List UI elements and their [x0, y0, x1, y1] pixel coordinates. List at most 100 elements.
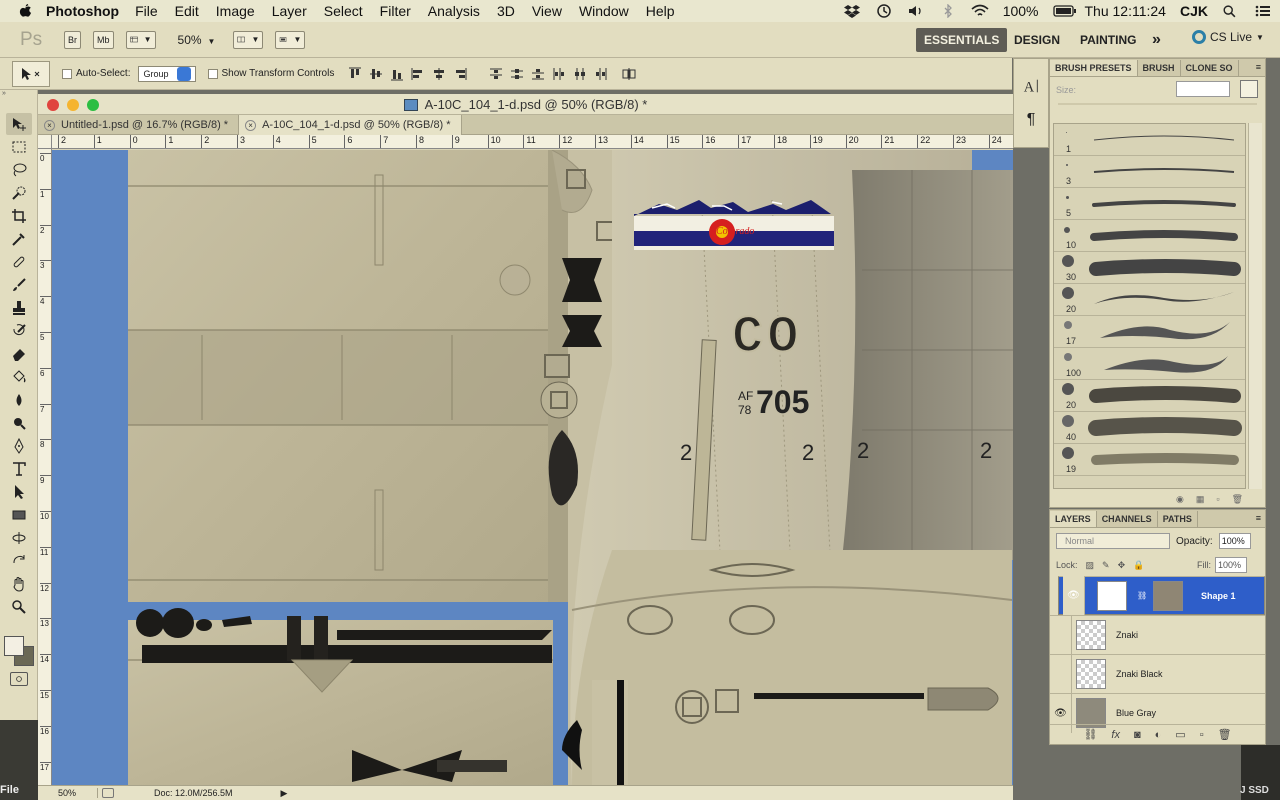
canvas-area[interactable]: Colorado CO AF 78 705 2 2 2 2	[52, 150, 1013, 785]
brush-list-scrollbar[interactable]	[1248, 123, 1262, 489]
arrange-documents-button[interactable]: ▼	[233, 30, 264, 49]
opacity-input[interactable]: 100%	[1218, 533, 1251, 549]
align-bottom-edges-icon[interactable]	[390, 67, 404, 81]
link-layers-icon[interactable]: ⛓	[1083, 728, 1097, 741]
tab-paths[interactable]: PATHS	[1158, 511, 1198, 527]
menu-help[interactable]: Help	[646, 3, 675, 19]
zoom-window-button[interactable]	[87, 99, 99, 111]
time-machine-icon[interactable]	[875, 4, 893, 18]
align-left-edges-icon[interactable]	[411, 67, 425, 81]
ruler-origin[interactable]	[38, 135, 52, 149]
show-transform-checkbox[interactable]	[207, 68, 218, 79]
menu-edit[interactable]: Edit	[175, 3, 199, 19]
fill-input[interactable]: 100%	[1215, 557, 1247, 573]
tab-layers[interactable]: LAYERS	[1050, 511, 1097, 527]
paragraph-panel-icon[interactable]: ¶	[1019, 107, 1043, 133]
lock-pixels-icon[interactable]: ✎	[1102, 560, 1110, 571]
menu-window[interactable]: Window	[579, 3, 629, 19]
auto-align-layers-icon[interactable]	[622, 67, 636, 81]
layer-style-icon[interactable]: fx	[1111, 729, 1120, 741]
workspace-painting[interactable]: PAINTING	[1072, 28, 1144, 52]
menubar-user[interactable]: CJK	[1180, 3, 1208, 19]
eraser-tool[interactable]	[6, 343, 32, 365]
quick-mask-button[interactable]	[10, 672, 28, 686]
trash-icon[interactable]: 🗑	[1232, 494, 1243, 505]
status-info-icon[interactable]	[102, 788, 114, 798]
distribute-vertical-centers-icon[interactable]	[510, 67, 524, 81]
paint-bucket-tool[interactable]	[6, 366, 32, 388]
battery-icon[interactable]	[1052, 4, 1076, 18]
align-vertical-centers-icon[interactable]	[369, 67, 383, 81]
tab-brush-presets[interactable]: BRUSH PRESETS	[1050, 60, 1138, 76]
close-tab-icon[interactable]: ×	[245, 119, 257, 131]
menu-layer[interactable]: Layer	[272, 3, 307, 19]
launch-bridge-button[interactable]: Br	[64, 30, 81, 49]
menubar-clock[interactable]: Thu 12:11:24	[1085, 3, 1166, 19]
status-zoom[interactable]: 50%	[38, 788, 98, 798]
tab-a10c-document[interactable]: × A-10C_104_1-d.psd @ 50% (RGB/8) *	[239, 115, 462, 135]
new-brush-icon[interactable]	[1240, 80, 1258, 98]
tab-brush[interactable]: BRUSH	[1138, 60, 1181, 76]
blur-tool[interactable]	[6, 389, 32, 411]
add-mask-icon[interactable]: ◙	[1134, 729, 1141, 741]
more-workspaces-button[interactable]: »	[1144, 28, 1169, 52]
bluetooth-icon[interactable]	[939, 3, 957, 19]
distribute-horizontal-centers-icon[interactable]	[573, 67, 587, 81]
tool-preset-picker[interactable]	[12, 60, 50, 87]
rectangle-tool[interactable]	[6, 504, 32, 526]
trash-icon[interactable]: 🗑	[1218, 728, 1232, 741]
brush-preset[interactable]: 100	[1054, 348, 1245, 380]
launch-minibridge-button[interactable]: Mb	[93, 30, 114, 49]
panel-menu-icon[interactable]: ≡	[1256, 513, 1261, 523]
align-right-edges-icon[interactable]	[453, 67, 467, 81]
battery-percent[interactable]: 100%	[1003, 3, 1039, 19]
layer-row[interactable]: 👁 ⛓ Shape 1	[1058, 576, 1265, 615]
spot-healing-tool[interactable]	[6, 251, 32, 273]
menu-3d[interactable]: 3D	[497, 3, 515, 19]
brush-tool[interactable]	[6, 274, 32, 296]
layer-row[interactable]: Znaki	[1050, 615, 1265, 655]
tab-untitled-1[interactable]: × Untitled-1.psd @ 16.7% (RGB/8) *	[38, 115, 240, 135]
distribute-left-icon[interactable]	[552, 67, 566, 81]
brush-preset[interactable]: 30	[1054, 252, 1245, 284]
close-window-button[interactable]	[47, 99, 59, 111]
path-selection-tool[interactable]	[6, 481, 32, 503]
cs-live-button[interactable]: CS Live ▼	[1192, 30, 1264, 44]
volume-icon[interactable]	[907, 4, 925, 18]
brush-size-field[interactable]	[1176, 81, 1230, 97]
new-preset-icon[interactable]: ▫	[1216, 494, 1219, 504]
workspace-essentials[interactable]: ESSENTIALS	[916, 28, 1008, 52]
wifi-icon[interactable]	[971, 4, 989, 18]
zoom-level-select[interactable]: 50% ▼	[178, 33, 216, 47]
new-layer-icon[interactable]: ▫	[1200, 729, 1204, 741]
menu-select[interactable]: Select	[324, 3, 363, 19]
align-top-edges-icon[interactable]	[348, 67, 362, 81]
screen-mode-button[interactable]: ▼	[275, 30, 306, 49]
tab-channels[interactable]: CHANNELS	[1097, 511, 1158, 527]
quick-selection-tool[interactable]	[6, 182, 32, 204]
lasso-tool[interactable]	[6, 159, 32, 181]
menu-file[interactable]: File	[135, 3, 158, 19]
apple-icon[interactable]	[18, 3, 36, 19]
minimize-window-button[interactable]	[67, 99, 79, 111]
spotlight-icon[interactable]	[1222, 4, 1240, 18]
brush-preset[interactable]: 40	[1054, 412, 1245, 444]
horizontal-ruler[interactable]: 2 1 0 1 2 3 4 5 6 7 8 9 10 11 12 13 14 15 16 17 18 19 20 21 22 23…	[52, 135, 1013, 149]
visibility-toggle[interactable]	[1050, 654, 1072, 694]
lock-all-icon[interactable]: 🔒	[1133, 560, 1144, 571]
visibility-toggle[interactable]	[1050, 615, 1072, 655]
type-tool[interactable]	[6, 458, 32, 480]
new-group-icon[interactable]: ▭	[1175, 728, 1185, 741]
menu-app-name[interactable]: Photoshop	[46, 3, 119, 19]
pen-tool[interactable]	[6, 435, 32, 457]
collapse-toolbox-icon[interactable]: »	[0, 90, 37, 98]
brush-size-slider[interactable]	[1058, 103, 1257, 105]
brush-preset[interactable]: 19	[1054, 444, 1245, 476]
distribute-top-icon[interactable]	[489, 67, 503, 81]
move-tool[interactable]	[6, 113, 32, 135]
brush-preset[interactable]: 1	[1054, 124, 1245, 156]
notification-center-icon[interactable]	[1254, 4, 1272, 18]
adjustment-layer-icon[interactable]: ◐	[1155, 729, 1162, 741]
auto-select-checkbox[interactable]	[62, 68, 72, 79]
foreground-color-swatch[interactable]	[4, 636, 24, 656]
